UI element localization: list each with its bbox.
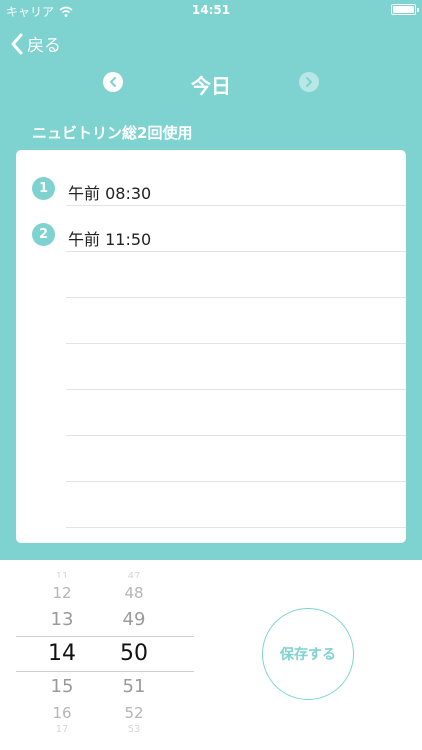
time-picker[interactable]: 11 12 13 14 15 16 17 47 48 49 50 51 52 5…: [16, 570, 194, 735]
usage-summary: ニュビトリン総2回使用: [32, 124, 193, 142]
header-panel: キャリア 14:51 戻る 今日 ニュビトリン総2回使用 1 午前 08:30 …: [0, 0, 422, 560]
status-time: 14:51: [191, 3, 231, 17]
battery-icon: [391, 4, 419, 15]
minute-selected[interactable]: 50: [104, 641, 164, 666]
picker-selection-bottom: [16, 671, 194, 672]
minute-option[interactable]: 53: [104, 725, 164, 732]
picker-selection-top: [16, 636, 194, 637]
entry-number-badge: 2: [32, 223, 55, 246]
day-navigator: 今日: [0, 66, 422, 98]
chevron-left-icon: [11, 33, 23, 54]
back-button[interactable]: 戻る: [10, 31, 61, 56]
hour-option[interactable]: 15: [32, 676, 92, 697]
chevron-right-icon: [306, 77, 312, 87]
next-day-button[interactable]: [299, 72, 319, 92]
list-item[interactable]: 2 午前 11:50: [16, 206, 406, 252]
minute-option[interactable]: 51: [104, 676, 164, 697]
entry-number-badge: 1: [32, 177, 55, 200]
hour-selected[interactable]: 14: [32, 641, 92, 666]
list-item[interactable]: 1 午前 08:30: [16, 160, 406, 206]
hour-option[interactable]: 17: [32, 725, 92, 732]
empty-row: [16, 344, 406, 390]
back-label: 戻る: [27, 36, 61, 56]
minute-option[interactable]: 49: [104, 609, 164, 630]
empty-row: [16, 298, 406, 344]
entry-list: 1 午前 08:30 2 午前 11:50: [16, 150, 406, 543]
empty-row: [16, 390, 406, 436]
save-label: 保存する: [280, 647, 336, 663]
minute-option[interactable]: 48: [104, 584, 164, 602]
minute-option[interactable]: 47: [104, 572, 164, 578]
empty-row: [16, 436, 406, 482]
status-bar: キャリア 14:51: [0, 0, 422, 20]
hour-option[interactable]: 13: [32, 609, 92, 630]
hour-option[interactable]: 16: [32, 704, 92, 722]
hour-option[interactable]: 11: [32, 572, 92, 578]
save-button[interactable]: 保存する: [262, 608, 354, 700]
empty-row: [16, 482, 406, 528]
minute-option[interactable]: 52: [104, 704, 164, 722]
hour-option[interactable]: 12: [32, 584, 92, 602]
empty-row: [16, 252, 406, 298]
day-title: 今日: [191, 74, 231, 98]
divider: [66, 527, 406, 528]
entry-time: 午前 08:30: [68, 184, 152, 203]
entry-time: 午前 11:50: [68, 230, 152, 249]
